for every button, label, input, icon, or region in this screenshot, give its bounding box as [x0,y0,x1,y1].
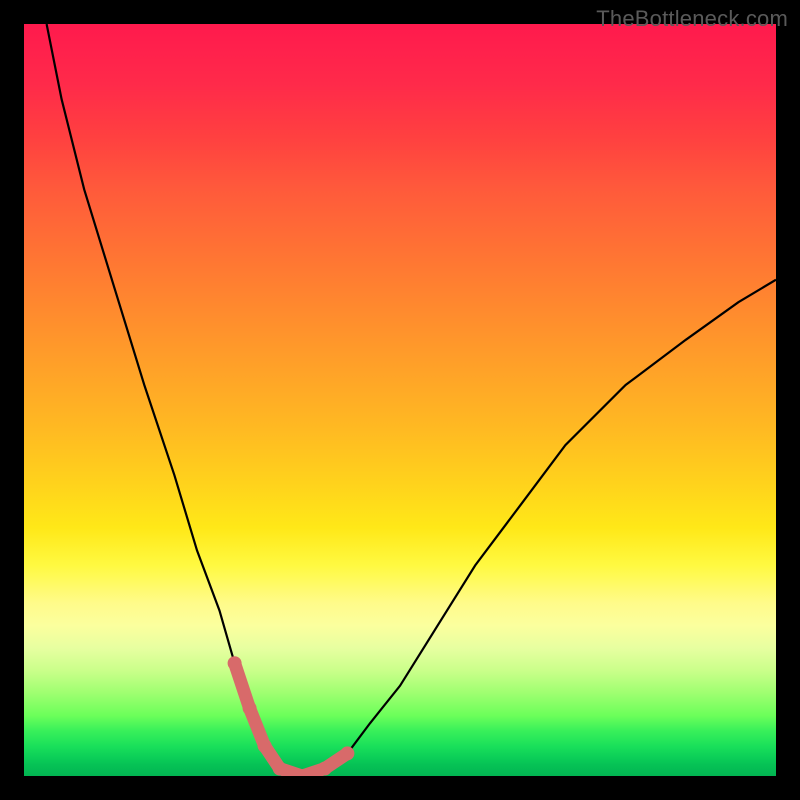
bottleneck-curve-svg [24,24,776,776]
plot-area [24,24,776,776]
highlight-markers [228,656,355,776]
bottleneck-curve [47,24,776,776]
chart-container: TheBottleneck.com [0,0,800,800]
watermark-text: TheBottleneck.com [596,6,788,32]
